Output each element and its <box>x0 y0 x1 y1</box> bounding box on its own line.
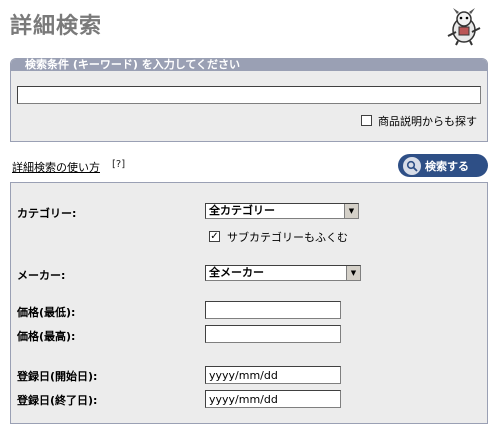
chevron-down-icon[interactable]: ▼ <box>346 266 360 280</box>
include-subcategory-checkbox[interactable]: ✓ <box>209 231 220 242</box>
chevron-down-icon[interactable]: ▼ <box>344 204 358 218</box>
include-subcategory-label: サブカテゴリーもふくむ <box>227 231 348 244</box>
category-select[interactable]: 全カテゴリー ▼ <box>205 203 359 219</box>
keyword-panel-header: 検索条件 (キーワード) を入力してください <box>11 59 487 71</box>
price-min-label: 価格(最低): <box>17 306 76 319</box>
price-max-label: 価格(最高): <box>17 330 76 343</box>
page-title: 詳細検索 <box>10 14 103 39</box>
date-end-label: 登録日(終了日): <box>17 394 98 407</box>
filter-panel: カテゴリー: 全カテゴリー ▼ ✓ サブカテゴリーもふくむ メーカー: 全メーカ… <box>10 182 488 424</box>
category-label: カテゴリー: <box>17 207 77 220</box>
mascot-icon <box>447 8 481 46</box>
date-end-input[interactable] <box>205 390 341 408</box>
search-button[interactable]: 検索する <box>398 154 488 177</box>
maker-label: メーカー: <box>17 269 66 282</box>
help-link[interactable]: 詳細検索の使い方 <box>12 159 100 175</box>
category-select-value: 全カテゴリー <box>209 204 275 217</box>
keyword-panel-title: 検索条件 (キーワード) を入力してください <box>25 58 241 71</box>
price-min-input[interactable] <box>205 301 341 319</box>
keyword-panel: 検索条件 (キーワード) を入力してください 商品説明からも探す <box>10 58 488 142</box>
include-description-label: 商品説明からも探す <box>378 115 477 128</box>
date-start-label: 登録日(開始日): <box>17 370 98 383</box>
search-button-label: 検索する <box>425 159 469 173</box>
price-max-input[interactable] <box>205 325 341 343</box>
date-start-input[interactable] <box>205 366 341 384</box>
help-question-mark[interactable]: [?] <box>112 159 125 170</box>
search-icon <box>403 156 421 175</box>
maker-select-value: 全メーカー <box>209 266 264 279</box>
keyword-input[interactable] <box>17 86 481 104</box>
include-description-checkbox[interactable] <box>361 115 372 126</box>
maker-select[interactable]: 全メーカー ▼ <box>205 265 361 281</box>
